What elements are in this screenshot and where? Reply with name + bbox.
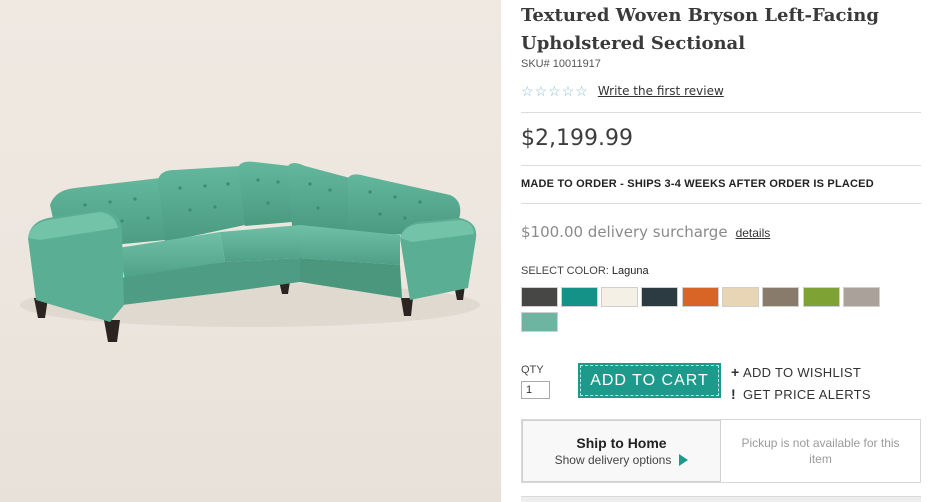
product-info-panel: Textured Woven Bryson Left-Facing Uphols…: [521, 0, 921, 502]
secondary-actions: + ADD TO WISHLIST ! GET PRICE ALERTS: [731, 361, 871, 405]
star-outline-icon: ☆: [521, 83, 534, 99]
delivery-options-link[interactable]: Show delivery options: [555, 453, 689, 467]
color-swatch[interactable]: [641, 287, 678, 307]
price-alerts-link[interactable]: ! GET PRICE ALERTS: [731, 383, 871, 405]
rating-row: ☆ ☆ ☆ ☆ ☆ Write the first review: [521, 82, 724, 100]
alert-icon: !: [731, 386, 736, 402]
color-swatch[interactable]: [762, 287, 799, 307]
ship-to-home-title: Ship to Home: [576, 435, 667, 451]
product-sku: SKU# 10011917: [521, 58, 601, 70]
add-to-wishlist-link[interactable]: + ADD TO WISHLIST: [731, 361, 871, 383]
write-review-link[interactable]: Write the first review: [598, 84, 724, 98]
color-swatch[interactable]: [521, 287, 558, 307]
color-label: SELECT COLOR: Laguna: [521, 265, 649, 277]
wishlist-label: ADD TO WISHLIST: [743, 364, 862, 380]
color-swatch[interactable]: [601, 287, 638, 307]
divider: [521, 165, 921, 166]
plus-icon: +: [731, 364, 740, 380]
surcharge-row: $100.00 delivery surcharge details: [521, 223, 770, 241]
star-outline-icon: ☆: [534, 83, 548, 99]
play-arrow-icon: [679, 454, 689, 466]
color-swatch[interactable]: [682, 287, 719, 307]
product-title: Textured Woven Bryson Left-Facing Uphols…: [521, 5, 879, 54]
shipping-note: MADE TO ORDER - SHIPS 3-4 WEEKS AFTER OR…: [521, 178, 874, 190]
fulfillment-options: Ship to Home Show delivery options Picku…: [521, 419, 921, 483]
delivery-options-label: Show delivery options: [554, 453, 672, 467]
ship-to-home-option[interactable]: Ship to Home Show delivery options: [522, 420, 721, 482]
color-label-text: SELECT COLOR:: [521, 265, 609, 277]
divider: [521, 203, 921, 204]
star-outline-icon: ☆: [575, 83, 588, 99]
pickup-unavailable-note: Pickup is not available for this item: [741, 436, 900, 466]
color-swatch-selected[interactable]: [521, 312, 558, 332]
star-outline-icon: ☆: [561, 83, 575, 99]
star-outline-icon: ☆: [548, 83, 561, 99]
quantity-input[interactable]: 1: [521, 381, 550, 399]
delivery-surcharge: $100.00 delivery surcharge: [521, 223, 728, 241]
color-swatch[interactable]: [561, 287, 598, 307]
color-swatch[interactable]: [722, 287, 759, 307]
product-price: $2,199.99: [521, 126, 633, 151]
add-to-cart-button[interactable]: ADD TO CART: [578, 363, 721, 398]
rating-stars[interactable]: ☆ ☆ ☆ ☆ ☆: [521, 84, 588, 98]
color-swatch[interactable]: [843, 287, 880, 307]
selected-color-name: Laguna: [611, 265, 649, 277]
sectional-sofa-photo: [20, 161, 480, 342]
product-image: [0, 0, 501, 502]
price-alerts-label: GET PRICE ALERTS: [743, 386, 871, 402]
quantity-label: QTY: [521, 364, 544, 376]
divider: [521, 112, 921, 113]
surcharge-details-link[interactable]: details: [736, 226, 771, 240]
color-swatch[interactable]: [803, 287, 840, 307]
next-section-edge: [521, 496, 921, 502]
